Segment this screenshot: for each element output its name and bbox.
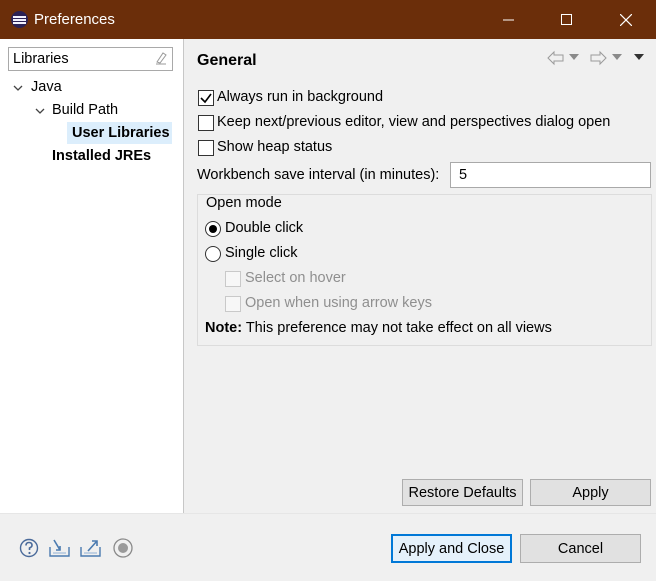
keep-next-previous-checkbox[interactable]: [198, 115, 214, 131]
double-click-label[interactable]: Double click: [225, 220, 303, 236]
divider: [0, 513, 656, 514]
view-menu-icon[interactable]: [634, 54, 644, 62]
apply-button[interactable]: Apply: [530, 479, 651, 506]
cancel-button[interactable]: Cancel: [520, 534, 641, 563]
record-icon[interactable]: [112, 537, 134, 559]
show-heap-status-label[interactable]: Show heap status: [217, 139, 332, 155]
tree-item-installed-jres[interactable]: Installed JREs: [52, 148, 151, 164]
page-title: General: [197, 52, 257, 69]
tree-item-java[interactable]: Java: [31, 79, 62, 95]
maximize-button[interactable]: [538, 0, 596, 39]
preference-page: General Always run in background Keep ne…: [184, 39, 656, 513]
open-arrow-keys-checkbox[interactable]: [225, 296, 241, 312]
chevron-down-icon[interactable]: [569, 54, 579, 62]
close-button[interactable]: [596, 0, 656, 39]
window-title: Preferences: [34, 11, 115, 28]
open-arrow-keys-label[interactable]: Open when using arrow keys: [245, 295, 432, 311]
save-interval-value: 5: [459, 167, 468, 183]
select-on-hover-label[interactable]: Select on hover: [245, 270, 346, 286]
check-icon: [200, 93, 212, 104]
save-interval-input[interactable]: 5: [450, 162, 651, 188]
select-on-hover-checkbox[interactable]: [225, 271, 241, 287]
close-icon: [620, 13, 632, 26]
help-icon[interactable]: [19, 538, 39, 558]
restore-defaults-button[interactable]: Restore Defaults: [402, 479, 523, 506]
note-text: Note: This preference may not take effec…: [205, 320, 552, 336]
double-click-radio[interactable]: [205, 221, 221, 237]
filter-text: Libraries: [13, 51, 69, 67]
note-bold: Note:: [205, 320, 243, 336]
minimize-icon: [503, 19, 514, 20]
keep-next-previous-label[interactable]: Keep next/previous editor, view and pers…: [217, 114, 610, 130]
single-click-label[interactable]: Single click: [225, 245, 298, 261]
minimize-button[interactable]: [480, 0, 538, 39]
chevron-down-icon[interactable]: [35, 106, 45, 116]
eraser-icon[interactable]: [154, 51, 168, 65]
filter-input[interactable]: Libraries: [8, 47, 173, 71]
single-click-radio[interactable]: [205, 246, 221, 262]
tree-item-user-libraries[interactable]: User Libraries: [67, 122, 172, 144]
back-arrow-icon[interactable]: [547, 50, 565, 66]
import-icon[interactable]: [48, 537, 72, 559]
maximize-icon: [561, 13, 572, 25]
always-run-background-checkbox[interactable]: [198, 90, 214, 106]
title-bar[interactable]: Preferences: [0, 0, 656, 39]
preference-tree-pane: Libraries Java Build Path User Libraries…: [0, 39, 184, 513]
forward-arrow-icon[interactable]: [589, 50, 607, 66]
chevron-down-icon[interactable]: [13, 83, 23, 93]
save-interval-label: Workbench save interval (in minutes):: [197, 167, 440, 183]
tree-item-build-path[interactable]: Build Path: [52, 102, 118, 118]
tree-item-label: User Libraries: [72, 125, 170, 141]
open-mode-title: Open mode: [206, 195, 282, 211]
eclipse-icon: [11, 11, 28, 28]
note-body: This preference may not take effect on a…: [242, 320, 552, 336]
show-heap-status-checkbox[interactable]: [198, 140, 214, 156]
export-icon[interactable]: [79, 537, 103, 559]
apply-and-close-button[interactable]: Apply and Close: [391, 534, 512, 563]
always-run-background-label[interactable]: Always run in background: [217, 89, 383, 105]
chevron-down-icon[interactable]: [612, 54, 622, 62]
